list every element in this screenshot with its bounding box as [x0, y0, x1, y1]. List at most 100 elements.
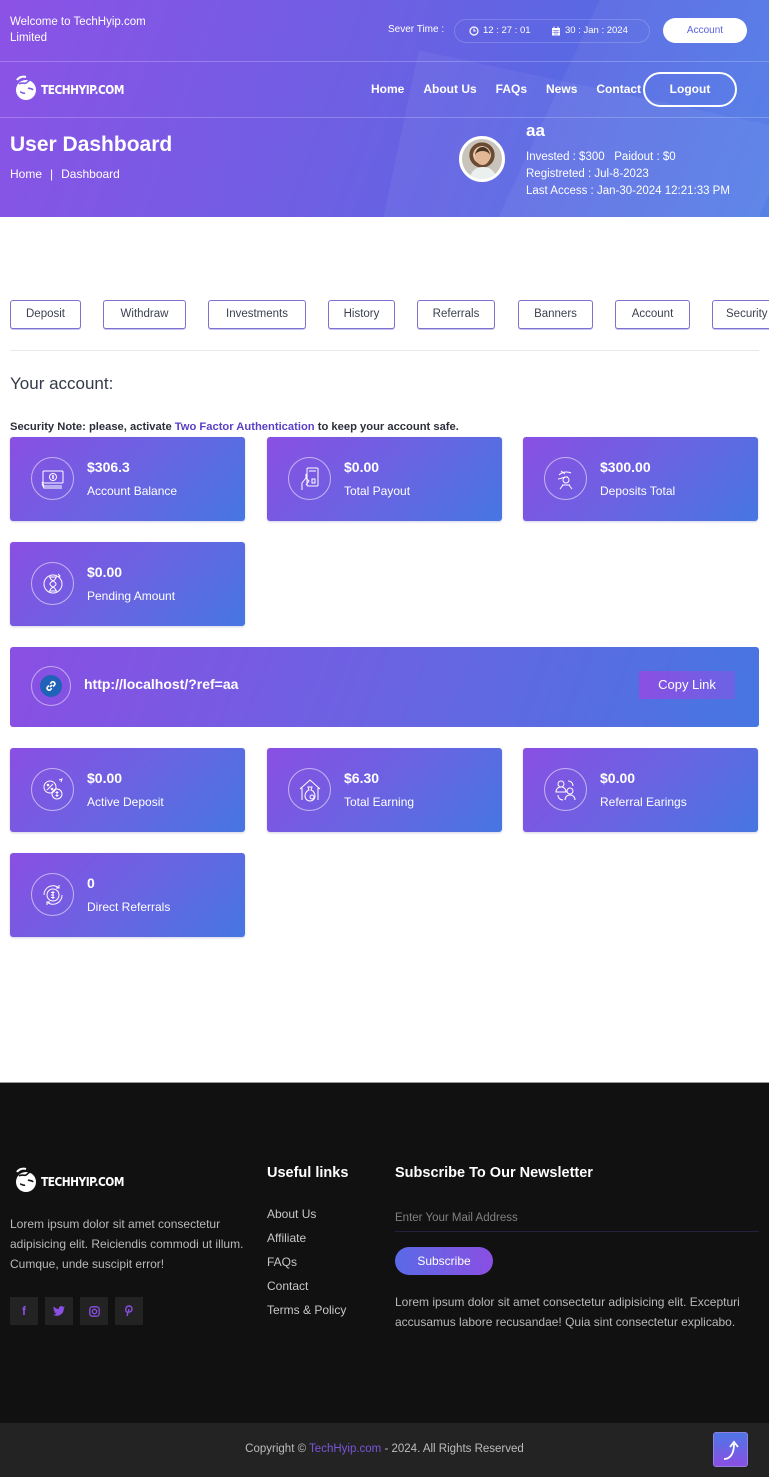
nav-about-us[interactable]: About Us	[423, 82, 476, 96]
globe-logo-icon	[16, 75, 36, 100]
footer-link-contact[interactable]: Contact	[267, 1278, 346, 1302]
server-time-pill: 12 : 27 : 01 30 : Jan : 2024	[454, 19, 650, 43]
breadcrumb: Home | Dashboard	[10, 167, 120, 181]
house-moneybag-icon	[288, 768, 331, 811]
stat-label: Pending Amount	[87, 589, 176, 603]
footer-link-about-us[interactable]: About Us	[267, 1206, 346, 1230]
scroll-to-top-button[interactable]	[713, 1432, 748, 1467]
divider	[10, 350, 759, 351]
user-last-access: Last Access : Jan-30-2024 12:21:33 PM	[526, 185, 730, 197]
subscribe-button[interactable]: Subscribe	[395, 1247, 493, 1275]
arrow-up-curve-icon	[723, 1440, 739, 1460]
logo-text: TECHHYIP.COM	[41, 81, 124, 97]
nav-home[interactable]: Home	[371, 82, 404, 96]
security-note-suffix: to keep your account safe.	[314, 421, 459, 433]
hand-deposit-icon	[544, 457, 587, 500]
user-paidout: Paidout : $0	[614, 151, 676, 163]
stat-label: Active Deposit	[87, 795, 164, 809]
footer-link-affiliate[interactable]: Affiliate	[267, 1230, 346, 1254]
stat-value: $0.00	[344, 459, 380, 475]
card-payout-icon	[288, 457, 331, 500]
top-bar: Welcome to TechHyip.com Limited Sever Ti…	[0, 0, 769, 62]
pinterest-icon[interactable]	[115, 1297, 143, 1325]
newsletter-text: Lorem ipsum dolor sit amet consectetur a…	[395, 1295, 740, 1329]
calendar-icon	[552, 26, 560, 35]
site-logo[interactable]: TECHHYIP.COM	[14, 75, 139, 103]
percent-coin-icon	[31, 768, 74, 811]
stat-value: $306.3	[87, 459, 130, 475]
main-nav: Home About Us FAQs News Contact	[371, 82, 641, 96]
newsletter-email-input[interactable]	[395, 1204, 759, 1232]
tab-account[interactable]: Account	[615, 300, 690, 329]
tab-referrals[interactable]: Referrals	[417, 300, 495, 329]
footer-link-terms[interactable]: Terms & Policy	[267, 1302, 346, 1326]
useful-links: About Us Affiliate FAQs Contact Terms & …	[267, 1206, 346, 1326]
navbar: TECHHYIP.COM Home About Us FAQs News Con…	[0, 62, 769, 118]
tab-withdraw[interactable]: Withdraw	[103, 300, 186, 329]
tab-investments[interactable]: Investments	[208, 300, 306, 329]
facebook-icon[interactable]: f	[10, 1297, 38, 1325]
stat-label: Total Earning	[344, 795, 415, 809]
nav-news[interactable]: News	[546, 82, 577, 96]
useful-links-heading: Useful links	[267, 1165, 349, 1181]
server-date: 30 : Jan : 2024	[565, 25, 628, 36]
stat-card-total-payout: $0.00 Total Payout	[267, 437, 502, 521]
referral-link-card: http://localhost/?ref=aa Copy Link	[10, 647, 759, 727]
breadcrumb-separator: |	[50, 167, 54, 181]
security-note-prefix: Security Note: please, activate	[10, 421, 175, 433]
welcome-text: Welcome to TechHyip.com Limited	[10, 16, 146, 44]
footer-link-faqs[interactable]: FAQs	[267, 1254, 346, 1278]
footer: TECHHYIP.COM Lorem ipsum dolor sit amet …	[0, 1082, 769, 1423]
copyright-bar: Copyright © TechHyip.com - 2024. All Rig…	[0, 1423, 769, 1477]
security-note: Security Note: please, activate Two Fact…	[10, 421, 459, 433]
tab-deposit[interactable]: Deposit	[10, 300, 81, 329]
user-name: aa	[526, 121, 545, 140]
link-icon-wrapper	[31, 666, 71, 706]
stat-label: Referral Earings	[600, 795, 687, 809]
nav-faqs[interactable]: FAQs	[496, 82, 527, 96]
stat-label: Direct Referrals	[87, 900, 171, 914]
social-links: f	[10, 1297, 143, 1325]
instagram-icon[interactable]	[80, 1297, 108, 1325]
stat-label: Total Payout	[344, 484, 411, 498]
referral-url[interactable]: http://localhost/?ref=aa	[84, 676, 238, 692]
stat-value: $0.00	[87, 770, 123, 786]
breadcrumb-home[interactable]: Home	[10, 167, 42, 181]
stat-card-total-earning: $6.30 Total Earning	[267, 748, 502, 832]
tab-security[interactable]: Security	[712, 300, 769, 329]
user-registered: Registreted : Jul-8-2023	[526, 168, 649, 180]
footer-logo[interactable]: TECHHYIP.COM	[14, 1167, 139, 1195]
section-heading: Your account:	[10, 374, 114, 393]
avatar-head	[475, 147, 490, 165]
stat-card-deposits-total: $300.00 Deposits Total	[523, 437, 758, 521]
twitter-icon[interactable]	[45, 1297, 73, 1325]
user-invested: Invested : $300	[526, 151, 605, 163]
footer-logo-text: TECHHYIP.COM	[41, 1173, 124, 1189]
avatar	[459, 136, 505, 182]
tab-banners[interactable]: Banners	[518, 300, 593, 329]
two-factor-link[interactable]: Two Factor Authentication	[175, 421, 315, 433]
cash-icon	[31, 457, 74, 500]
hero-banner: Welcome to TechHyip.com Limited Sever Ti…	[0, 0, 769, 217]
copyright-brand-link[interactable]: TechHyip.com	[309, 1443, 381, 1455]
copy-link-button[interactable]: Copy Link	[639, 671, 735, 699]
stat-value: $0.00	[600, 770, 636, 786]
account-button[interactable]: Account	[663, 18, 747, 43]
footer-about-text: Lorem ipsum dolor sit amet consectetur a…	[10, 1217, 244, 1271]
clock-icon	[469, 25, 479, 36]
tab-history[interactable]: History	[328, 300, 395, 329]
dollar-cycle-icon	[31, 873, 74, 916]
logout-button[interactable]: Logout	[643, 72, 737, 107]
stat-label: Deposits Total	[600, 484, 676, 498]
breadcrumb-current: Dashboard	[61, 167, 120, 181]
stat-label: Account Balance	[87, 484, 178, 498]
stat-card-direct-referrals: 0 Direct Referrals	[10, 853, 245, 937]
globe-logo-icon	[16, 1167, 36, 1192]
page-title: User Dashboard	[10, 133, 173, 156]
nav-contact[interactable]: Contact	[596, 82, 641, 96]
copyright-prefix: Copyright ©	[245, 1443, 310, 1455]
link-icon	[40, 675, 62, 697]
stat-value: $300.00	[600, 459, 651, 475]
server-time-label: Sever Time :	[388, 24, 445, 35]
stat-value: $6.30	[344, 770, 380, 786]
